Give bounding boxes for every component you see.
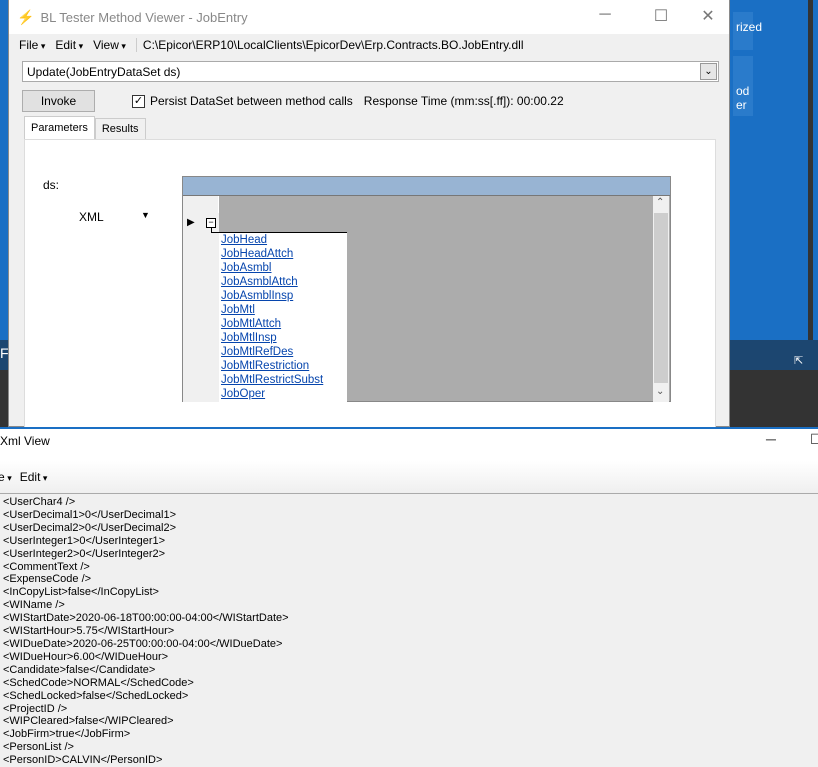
desktop-tile-label: od [736, 84, 750, 98]
menu-file[interactable]: e [0, 470, 12, 484]
tab-parameters[interactable]: Parameters [24, 116, 95, 140]
method-select[interactable]: Update(JobEntryDataSet ds) ⌄ [22, 61, 719, 82]
persist-option: ✓ Persist DataSet between method calls R… [132, 94, 564, 108]
xml-line: <PersonID>CALVIN</PersonID> [3, 754, 163, 767]
format-value: XML [79, 210, 104, 224]
xml-line: <WIDueDate>2020-06-25T00:00:00-04:00</WI… [3, 637, 283, 650]
assembly-path: C:\Epicor\ERP10\LocalClients\EpicorDev\E… [135, 38, 524, 52]
xml-line: <PersonList /> [3, 741, 74, 754]
table-link[interactable]: JobMtl [221, 303, 347, 317]
table-link[interactable]: JobMtlRestrictSubst [221, 373, 347, 387]
lightning-icon: ⚡ [17, 8, 35, 25]
xml-line: <WIStartDate>2020-06-18T00:00:00-04:00</… [3, 612, 289, 625]
persist-label: Persist DataSet between method calls [150, 94, 353, 108]
scroll-down-icon[interactable]: ⌄ [656, 386, 664, 397]
menu-edit[interactable]: Edit [20, 470, 48, 484]
minimize-button[interactable]: ─ [766, 431, 776, 447]
table-link[interactable]: JobMtlRefDes [221, 345, 347, 359]
table-link[interactable]: JobOper [221, 387, 347, 401]
xml-line: <WIName /> [3, 599, 65, 612]
table-link[interactable]: JobMtlAttch [221, 317, 347, 331]
maximize-button[interactable]: ☐ [810, 431, 818, 448]
menu-bar: File Edit View C:\Epicor\ERP10\LocalClie… [9, 34, 729, 56]
chevron-down-icon[interactable]: ⌄ [700, 63, 717, 80]
method-select-value: Update(JobEntryDataSet ds) [27, 65, 181, 79]
xml-line: <SchedCode>NORMAL</SchedCode> [3, 676, 194, 689]
desktop-tile-label: rized [736, 20, 763, 34]
xml-line: <InCopyList>false</InCopyList> [3, 586, 159, 599]
grid-corner [183, 196, 219, 213]
tab-bar: Parameters Results [24, 116, 146, 140]
menu-file[interactable]: File [19, 38, 45, 52]
minimize-button[interactable]: ─ [590, 6, 620, 24]
expand-icon[interactable]: ⇱ [794, 354, 803, 367]
window-title: BL Tester Method Viewer - JobEntry [40, 9, 248, 25]
xml-view-window: Xml View ─ ☐ e Edit <UserChar4 /><UserDe… [0, 427, 818, 767]
table-link[interactable]: JobMtlInsp [221, 331, 347, 345]
desktop-tile-label: er [736, 98, 747, 112]
desktop-divider [808, 0, 813, 370]
table-link[interactable]: JobAsmblAttch [221, 275, 347, 289]
scroll-up-icon[interactable]: ⌃ [656, 197, 664, 208]
desktop-tile[interactable]: rized [733, 12, 762, 50]
menu-bar: e Edit [0, 461, 818, 493]
xml-line: <UserDecimal1>0</UserDecimal1> [3, 508, 177, 521]
xml-line: <ProjectID /> [3, 702, 68, 715]
close-button[interactable]: ✕ [693, 6, 723, 26]
table-link[interactable]: JobAsmblInsp [221, 289, 347, 303]
collapse-icon[interactable]: − [206, 218, 216, 228]
method-viewer-window: ⚡ BL Tester Method Viewer - JobEntry ─ ☐… [8, 0, 730, 429]
tab-results[interactable]: Results [94, 118, 146, 140]
dropdown-arrow-icon: ▼ [141, 210, 150, 220]
tree-connector [211, 228, 219, 233]
table-link[interactable]: JobAsmbl [221, 261, 347, 275]
xml-line: <JobFirm>true</JobFirm> [3, 728, 131, 741]
format-dropdown[interactable]: XML ▼ [79, 210, 159, 224]
xml-line: <Candidate>false</Candidate> [3, 663, 156, 676]
title-bar: ⚡ BL Tester Method Viewer - JobEntry ─ ☐… [9, 0, 729, 34]
row-selector-icon: ▶ [187, 217, 195, 228]
table-link[interactable]: JobMtlRestriction [221, 359, 347, 373]
xml-line: <WIStartHour>5.75</WIStartHour> [3, 625, 175, 638]
xml-line: <UserDecimal2>0</UserDecimal2> [3, 521, 177, 534]
xml-line: <UserInteger1>0</UserInteger1> [3, 534, 166, 547]
grid-header [183, 177, 670, 196]
xml-line: <SchedLocked>false</SchedLocked> [3, 689, 189, 702]
table-link[interactable]: JobHead [221, 233, 347, 247]
maximize-button[interactable]: ☐ [646, 6, 676, 26]
xml-line: <ExpenseCode /> [3, 573, 92, 586]
xml-line: <UserChar4 /> [3, 496, 76, 508]
xml-line: <CommentText /> [3, 560, 90, 573]
vertical-scrollbar[interactable]: ⌃ ⌄ [653, 196, 669, 402]
table-link[interactable]: JobHeadAttch [221, 247, 347, 261]
param-label: ds: [43, 178, 60, 192]
persist-checkbox[interactable]: ✓ [132, 94, 145, 108]
xml-line: <UserInteger2>0</UserInteger2> [3, 547, 166, 560]
response-time: Response Time (mm:ss[.ff]): 00:00.22 [363, 94, 564, 108]
invoke-button[interactable]: Invoke [22, 90, 95, 112]
xml-line: <WIDueHour>6.00</WIDueHour> [3, 650, 169, 663]
xml-content[interactable]: <UserChar4 /> <UserDecimal1>0</UserDecima… [0, 493, 818, 767]
window-title: Xml View [0, 434, 50, 448]
table-list: JobHead JobHeadAttch JobAsmbl JobAsmblAttch… [219, 232, 347, 402]
desktop-tile[interactable]: od er [733, 56, 753, 116]
scroll-thumb[interactable] [654, 213, 668, 383]
menu-edit[interactable]: Edit [55, 38, 83, 52]
menu-view[interactable]: View [93, 38, 126, 52]
dataset-grid: ▶ − JobHead JobHeadAttch JobAsmbl JobAsmblA… [182, 176, 671, 402]
xml-line: <WIPCleared>false</WIPCleared> [3, 715, 174, 728]
